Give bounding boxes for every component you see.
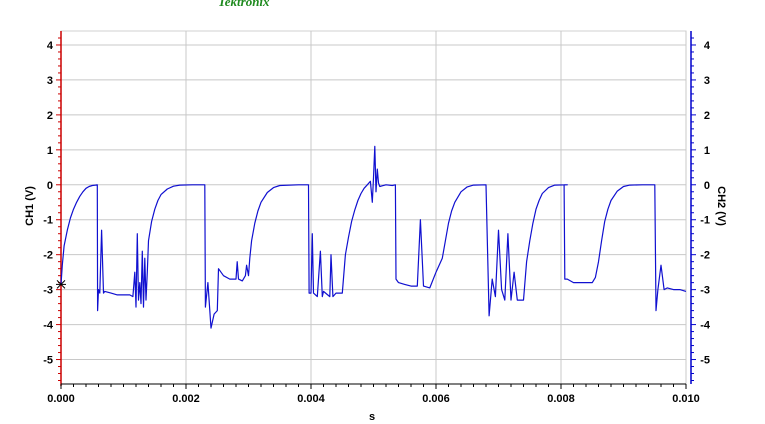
right-tick-label: 2 [704, 110, 710, 122]
right-tick-label: -3 [700, 285, 710, 297]
right-tick-label: -4 [700, 320, 711, 332]
y-axis-title-left: CH1 (V) [24, 186, 36, 226]
right-axis: 4 3 2 1 0 -1 -2 -3 -4 -5 [690, 31, 711, 384]
bottom-tick-label: 0.002 [172, 393, 200, 405]
left-tick-label: -2 [43, 250, 53, 262]
bottom-tick-label: 0.008 [547, 393, 575, 405]
right-tick-label: 3 [704, 75, 710, 87]
left-tick-label: 4 [47, 40, 54, 52]
right-tick-label: 1 [704, 145, 710, 157]
right-tick-label: 0 [704, 180, 710, 192]
right-tick-label: -5 [700, 355, 710, 367]
left-tick-label: -5 [43, 355, 53, 367]
plot-area [60, 30, 687, 385]
brand-label: Tektronix [218, 0, 270, 9]
left-tick-label: 2 [47, 110, 53, 122]
left-tick-label: 3 [47, 75, 53, 87]
left-tick-label: 1 [47, 145, 53, 157]
bottom-tick-label: 0.000 [47, 393, 75, 405]
bottom-axis: 0.000 0.002 0.004 0.006 0.008 0.010 [47, 383, 700, 405]
left-tick-label: -1 [43, 215, 53, 227]
left-tick-label: -4 [43, 320, 54, 332]
right-tick-label: 4 [704, 40, 711, 52]
y-axis-title-right: CH2 (V) [715, 186, 727, 226]
bottom-tick-label: 0.010 [672, 393, 700, 405]
left-axis: 4 3 2 1 0 -1 -2 -3 -4 -5 [43, 31, 62, 386]
left-tick-label: 0 [47, 180, 53, 192]
left-tick-label: -3 [43, 285, 53, 297]
right-tick-label: -2 [700, 250, 710, 262]
right-tick-label: -1 [700, 215, 710, 227]
bottom-tick-label: 0.004 [297, 393, 325, 405]
x-axis-title: s [369, 411, 375, 423]
oscilloscope-chart: Tektronix 4 3 2 1 0 -1 -2 -3 -4 -5 4 3 2 1 0 -1 -2 -3 -4 -… [24, 0, 727, 423]
bottom-tick-label: 0.006 [422, 393, 450, 405]
